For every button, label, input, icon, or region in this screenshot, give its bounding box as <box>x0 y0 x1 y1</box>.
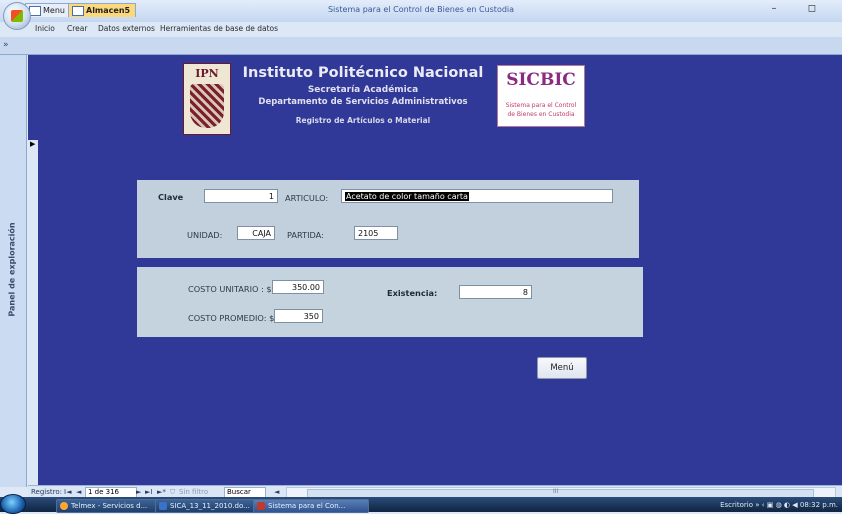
ribbon-tab-datos-externos[interactable]: Datos externos <box>98 24 155 33</box>
sicbic-logo-text: SICBIC <box>506 70 576 90</box>
firefox-icon <box>60 502 68 510</box>
articulo-label: ARTICULO: <box>285 193 329 203</box>
taskbar-item-label: Telmex - Servicios d... <box>71 502 148 510</box>
ribbon-tab-crear[interactable]: Crear <box>67 24 87 33</box>
system-tray: Escritorio » ‹ ▣ ◍ ◐ ◀ 08:32 p.m. <box>720 499 838 511</box>
costo-promedio-label: COSTO PROMEDIO: $ <box>188 313 275 323</box>
document-tab-strip <box>0 37 842 55</box>
scroll-grip: III <box>553 488 559 495</box>
office-button[interactable] <box>3 2 31 30</box>
filter-icon: ⛉ <box>170 488 176 496</box>
tab-menu[interactable]: Menu <box>25 3 71 17</box>
first-record-button[interactable]: I◄ <box>64 487 71 497</box>
start-button[interactable] <box>0 494 26 514</box>
clock[interactable]: 08:32 p.m. <box>800 501 838 509</box>
unidad-field[interactable]: CAJA <box>237 226 275 240</box>
word-icon <box>159 502 167 510</box>
ipn-shield-icon <box>190 84 224 128</box>
tab-almacen5[interactable]: Almacen5 <box>68 3 137 17</box>
cost-panel <box>137 267 643 337</box>
desktop-toolbar-label[interactable]: Escritorio <box>720 501 753 509</box>
partida-label: PARTIDA: <box>287 230 324 240</box>
partida-field[interactable]: 2105 <box>354 226 398 240</box>
taskbar-item-telmex[interactable]: Telmex - Servicios d... <box>56 499 160 513</box>
existencia-label: Existencia: <box>387 288 438 298</box>
tab-menu-label: Menu <box>43 6 65 15</box>
previous-record-button[interactable]: ◄ <box>76 487 81 497</box>
taskbar-item-label: Sistema para el Con... <box>268 502 346 510</box>
scroll-left-icon[interactable]: ◄ <box>274 487 279 497</box>
costo-promedio-field[interactable]: 350 <box>274 309 323 323</box>
tab-almacen5-label: Almacen5 <box>86 6 131 15</box>
articulo-field[interactable]: Acetato de color tamaño carta <box>341 189 613 203</box>
sicbic-caption-2: de Bienes en Custodia <box>507 111 575 118</box>
ipn-logo-text: IPN <box>195 67 219 80</box>
existencia-field[interactable]: 8 <box>459 285 532 299</box>
costo-unitario-label: COSTO UNITARIO : $ <box>188 284 272 294</box>
chevron-double-right-icon[interactable]: » <box>3 40 9 50</box>
navigation-pane-label: Panel de exploración <box>7 222 17 317</box>
new-record-button[interactable]: ►* <box>157 487 166 497</box>
office-logo-icon <box>11 10 23 22</box>
menu-button[interactable]: Menú <box>537 357 587 379</box>
articulo-value: Acetato de color tamaño carta <box>345 192 469 201</box>
departamento-subtitle: Departamento de Servicios Administrativo… <box>258 97 468 107</box>
taskbar-item-label: SICA_13_11_2010.do... <box>170 502 250 510</box>
sicbic-caption-1: Sistema para el Control <box>505 102 577 109</box>
ribbon-tab-inicio[interactable]: Inicio <box>35 24 55 33</box>
current-record-arrow-icon: ▶ <box>30 140 36 148</box>
form-icon <box>72 6 84 16</box>
record-label: Registro: <box>31 488 63 496</box>
ribbon-tab-herramientas[interactable]: Herramientas de base de datos <box>160 24 278 33</box>
clave-label: Clave <box>158 192 184 202</box>
costo-unitario-field[interactable]: 350.00 <box>272 280 324 294</box>
ribbon-tabs: Inicio Crear Datos externos Herramientas… <box>0 22 842 37</box>
navigation-pane[interactable]: Panel de exploración <box>0 55 27 487</box>
ipn-logo: IPN <box>183 63 231 135</box>
clave-field[interactable]: 1 <box>204 189 278 203</box>
next-record-button[interactable]: ► <box>136 487 141 497</box>
registro-subtitle: Registro de Artículos o Material <box>295 116 431 125</box>
last-record-button[interactable]: ►I <box>145 487 152 497</box>
institute-title: Instituto Politécnico Nacional <box>242 65 484 81</box>
filter-status[interactable]: Sin filtro <box>179 487 208 497</box>
taskbar-item-sistema[interactable]: Sistema para el Con... <box>253 499 369 513</box>
window-controls[interactable]: – ◻ <box>772 3 830 14</box>
unidad-label: UNIDAD: <box>187 230 223 240</box>
sicbic-logo: SICBIC Sistema para el Control de Bienes… <box>497 65 585 127</box>
access-icon <box>257 502 265 510</box>
taskbar-item-word[interactable]: SICA_13_11_2010.do... <box>155 499 267 513</box>
tray-icons[interactable]: » ‹ ▣ ◍ ◐ ◀ <box>755 501 800 509</box>
secretaria-subtitle: Secretaría Académica <box>307 85 419 95</box>
